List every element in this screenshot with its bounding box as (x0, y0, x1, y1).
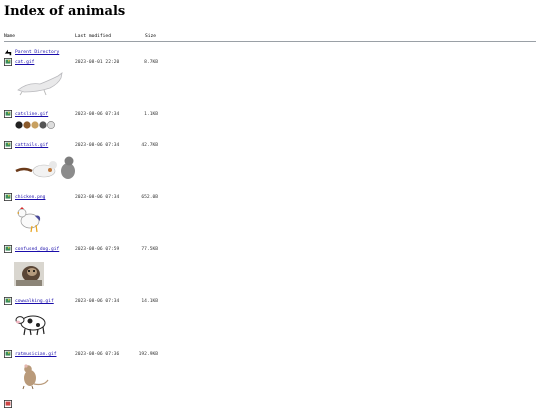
file-modified: 2023-08-06 07:34 (75, 143, 120, 148)
page-title: Index of animals (4, 4, 126, 19)
header-divider (4, 41, 536, 42)
parent-directory-row: Parent Directory (0, 48, 540, 58)
file-size: 14.1KB (141, 299, 158, 304)
file-row: cowwalking.gif 2023-08-06 07:34 14.1KB (0, 297, 540, 307)
file-link[interactable]: confused_dog.gif (15, 247, 59, 252)
file-size: 42.7KB (141, 143, 158, 148)
image-file-icon (4, 350, 12, 358)
file-modified: 2023-08-06 07:59 (75, 247, 120, 252)
file-size: 192.9KB (138, 352, 158, 357)
file-row: ratmusician.gif 2023-08-06 07:36 192.9KB (0, 350, 540, 360)
confused-dog-thumbnail[interactable] (14, 262, 44, 286)
cow-walking-thumbnail[interactable] (14, 311, 50, 337)
image-file-icon (4, 141, 12, 149)
file-modified: 2023-08-06 07:34 (75, 195, 120, 200)
file-link[interactable]: catsline.gif (15, 112, 48, 117)
file-modified: 2023-08-06 07:36 (75, 352, 120, 357)
file-row: catsline.gif 2023-08-06 07:34 1.1KB (0, 110, 540, 120)
cats-line-thumbnail[interactable] (14, 120, 60, 130)
cat-tails-thumbnail[interactable] (14, 153, 80, 181)
image-file-icon (4, 58, 12, 66)
file-size: 1.1KB (144, 112, 158, 117)
file-link[interactable]: ratmusician.gif (15, 352, 57, 357)
file-row: cat.gif 2023-08-01 22:20 8.7KB (0, 58, 540, 68)
file-modified: 2023-08-06 07:34 (75, 112, 120, 117)
file-link[interactable]: cattails.gif (15, 143, 48, 148)
rat-musician-thumbnail[interactable] (14, 362, 50, 390)
image-file-icon (4, 193, 12, 201)
chicken-thumbnail[interactable] (14, 204, 44, 234)
file-row: confused_dog.gif 2023-08-06 07:59 77.5KB (0, 245, 540, 255)
cat-thumbnail[interactable] (14, 70, 66, 96)
image-file-icon (4, 297, 12, 305)
file-link[interactable]: chicken.png (15, 195, 45, 200)
column-header-last-modified[interactable]: Last modified (75, 34, 111, 39)
file-size: 652.0B (141, 195, 158, 200)
file-row: chicken.png 2023-08-06 07:34 652.0B (0, 193, 540, 203)
image-file-icon (4, 110, 12, 118)
image-file-icon (4, 400, 12, 408)
file-row: cattails.gif 2023-08-06 07:34 42.7KB (0, 141, 540, 151)
column-header-name[interactable]: Name (4, 34, 15, 39)
file-size: 8.7KB (144, 60, 158, 65)
file-modified: 2023-08-01 22:20 (75, 60, 120, 65)
image-file-icon (4, 245, 12, 253)
column-header-size[interactable]: Size (145, 34, 156, 39)
file-link[interactable]: cowwalking.gif (15, 299, 54, 304)
file-size: 77.5KB (141, 247, 158, 252)
back-arrow-icon (4, 49, 12, 56)
parent-directory-link[interactable]: Parent Directory (15, 50, 59, 55)
file-link[interactable]: cat.gif (15, 60, 34, 65)
file-modified: 2023-08-06 07:34 (75, 299, 120, 304)
